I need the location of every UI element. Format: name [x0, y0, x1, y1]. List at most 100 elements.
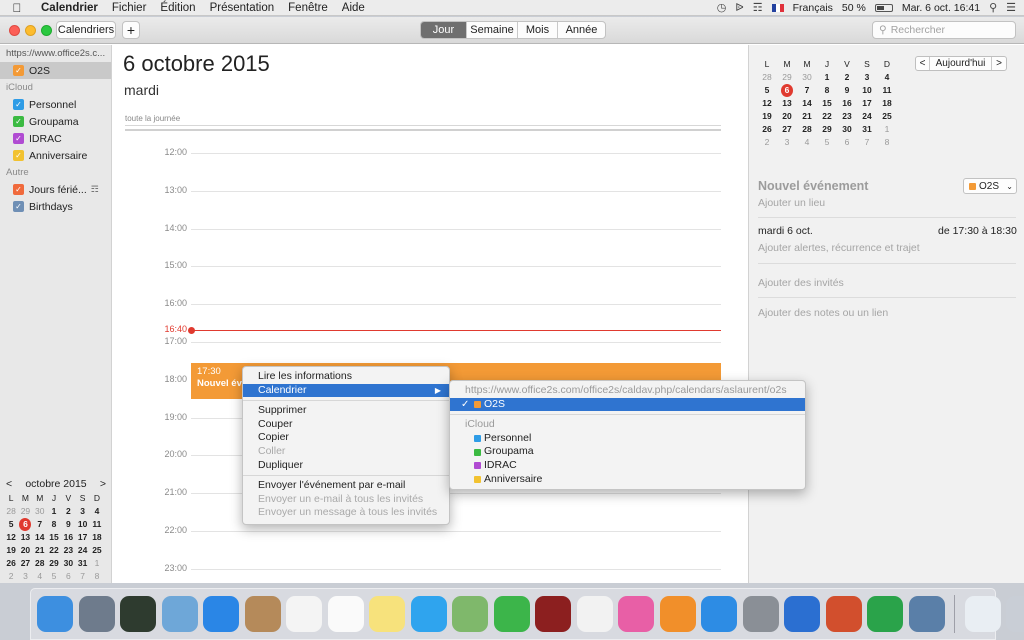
alerts-field[interactable]: Ajouter alertes, récurrence et trajet	[758, 242, 920, 254]
mini-right-today[interactable]: 6	[781, 84, 793, 97]
hour-row[interactable]: 16:00	[125, 298, 721, 308]
context-menu-item[interactable]: Lire les informations	[243, 370, 449, 384]
messages-icon[interactable]	[410, 596, 447, 632]
hour-row[interactable]: 17:00	[125, 336, 721, 346]
mini-left-day[interactable]: 2	[4, 570, 18, 583]
fullscreen-window-button[interactable]	[41, 25, 52, 36]
sidebar-item-idrac[interactable]: ✓ IDRAC	[0, 130, 111, 147]
notification-center-icon[interactable]: ☰	[1006, 1, 1016, 14]
mini-left-day[interactable]: 14	[33, 531, 47, 544]
mini-left-day[interactable]: 20	[18, 544, 32, 557]
mini-right-day[interactable]: 7	[797, 84, 817, 97]
checkbox-jours-feries-icon[interactable]: ✓	[13, 184, 24, 195]
menu-presentation[interactable]: Présentation	[203, 2, 282, 14]
mini-left-day[interactable]: 1	[90, 557, 104, 570]
tab-mois[interactable]: Mois	[518, 22, 558, 38]
mini-left-day[interactable]: 5	[47, 570, 61, 583]
notes-field[interactable]: Ajouter des notes ou un lien	[758, 307, 888, 319]
calendar-icon[interactable]	[286, 596, 322, 632]
mini-left-day[interactable]: 11	[90, 518, 104, 531]
prev-day-button[interactable]: <	[916, 57, 930, 70]
event-date[interactable]: mardi 6 oct.	[758, 225, 813, 237]
submenu-item[interactable]: Anniversaire	[450, 473, 805, 487]
sidebar-item-anniversaire[interactable]: ✓ Anniversaire	[0, 147, 111, 164]
mini-left-day[interactable]: 6	[61, 570, 75, 583]
wifi-icon[interactable]: ☶	[753, 1, 763, 14]
mini-left-day[interactable]: 10	[75, 518, 89, 531]
mini-left-day[interactable]: 28	[33, 557, 47, 570]
mini-right-day[interactable]: 5	[817, 136, 837, 149]
maps-icon[interactable]	[452, 596, 488, 632]
sidebar-item-birthdays[interactable]: ✓ Birthdays	[0, 198, 111, 215]
powerpoint-icon[interactable]	[825, 596, 862, 632]
close-window-button[interactable]	[9, 25, 20, 36]
calendar-select[interactable]: O2S ⌄	[963, 178, 1017, 194]
mini-right-day[interactable]: 23	[837, 110, 857, 123]
menu-fenetre[interactable]: Fenêtre	[281, 2, 335, 14]
mini-left-day[interactable]: 13	[18, 531, 32, 544]
mini-right-day[interactable]: 28	[757, 71, 777, 84]
mini-left-day[interactable]: 3	[18, 570, 32, 583]
hour-row[interactable]: 23:00	[125, 563, 721, 573]
checkbox-personnel-icon[interactable]: ✓	[13, 99, 24, 110]
mini-left-day[interactable]: 6	[18, 518, 32, 531]
launchpad-icon[interactable]	[78, 596, 115, 632]
mini-left-day[interactable]: 2	[61, 505, 75, 518]
sidebar-item-groupama[interactable]: ✓ Groupama	[0, 113, 111, 130]
system-preferences-icon[interactable]	[742, 596, 779, 632]
mini-right-day[interactable]: 10	[857, 84, 877, 97]
ibooks-icon[interactable]	[659, 596, 696, 632]
mini-left-day[interactable]: 19	[4, 544, 18, 557]
mini-left-day[interactable]: 24	[75, 544, 89, 557]
mini-right-day[interactable]: 14	[797, 97, 817, 110]
mini-right-day[interactable]: 19	[757, 110, 777, 123]
mini-right-day[interactable]: 27	[777, 123, 797, 136]
mini-left-day[interactable]: 26	[4, 557, 18, 570]
hour-row[interactable]: 15:00	[125, 260, 721, 270]
mini-right-day[interactable]: 1	[877, 123, 897, 136]
mini-right-day[interactable]: 6	[837, 136, 857, 149]
mini-right-day[interactable]: 18	[877, 97, 897, 110]
mini-left-day[interactable]: 27	[18, 557, 32, 570]
spotlight-icon[interactable]: ⚲	[989, 1, 997, 14]
mini-right-day[interactable]: 29	[777, 71, 797, 84]
time-machine-icon[interactable]: ◷	[717, 1, 727, 14]
mini-right-day[interactable]: 12	[757, 97, 777, 110]
mini-left-day[interactable]: 8	[90, 570, 104, 583]
invitees-field[interactable]: Ajouter des invités	[758, 277, 844, 289]
context-menu-item[interactable]: Couper	[243, 418, 449, 432]
context-menu-item[interactable]: Calendrier ▶	[243, 383, 449, 398]
tab-jour[interactable]: Jour	[421, 22, 467, 38]
mini-left-day[interactable]: 12	[4, 531, 18, 544]
mini-left-day[interactable]: 3	[75, 505, 89, 518]
mini-right-day[interactable]: 25	[877, 110, 897, 123]
mini-left-day[interactable]: 25	[90, 544, 104, 557]
word-icon[interactable]	[784, 596, 820, 632]
downloads-stack-icon[interactable]	[964, 596, 1001, 632]
mini-right-day[interactable]: 4	[877, 71, 897, 84]
hour-row[interactable]: 12:00	[125, 147, 721, 157]
mini-right-day[interactable]: 9	[837, 84, 857, 97]
mini-right-day[interactable]: 3	[857, 71, 877, 84]
mini-right-day[interactable]: 30	[837, 123, 857, 136]
menu-app-name[interactable]: Calendrier	[34, 2, 105, 14]
mini-right-day[interactable]: 17	[857, 97, 877, 110]
mini-right-day[interactable]: 1	[817, 71, 837, 84]
menu-fichier[interactable]: Fichier	[105, 2, 154, 14]
mini-left-day[interactable]: 28	[4, 505, 18, 518]
mini-right-day[interactable]: 8	[877, 136, 897, 149]
hour-row[interactable]: 14:00	[125, 223, 721, 233]
preview-icon[interactable]	[161, 596, 198, 632]
mini-left-day[interactable]: 29	[47, 557, 61, 570]
mini-right-day[interactable]: 13	[777, 97, 797, 110]
mini-right-day[interactable]: 30	[797, 71, 817, 84]
mini-right-day[interactable]: 2	[837, 71, 857, 84]
mini-left-day[interactable]: 5	[4, 518, 18, 531]
battery-percent[interactable]: 50 %	[842, 2, 866, 14]
apple-menu-icon[interactable]: 	[0, 1, 34, 15]
tab-semaine[interactable]: Semaine	[467, 22, 518, 38]
menubar-clock[interactable]: Mar. 6 oct. 16:41	[902, 2, 980, 14]
mini-left-day[interactable]: 15	[47, 531, 61, 544]
context-menu-item[interactable]: Supprimer	[243, 404, 449, 418]
mini-right-day[interactable]: 29	[817, 123, 837, 136]
